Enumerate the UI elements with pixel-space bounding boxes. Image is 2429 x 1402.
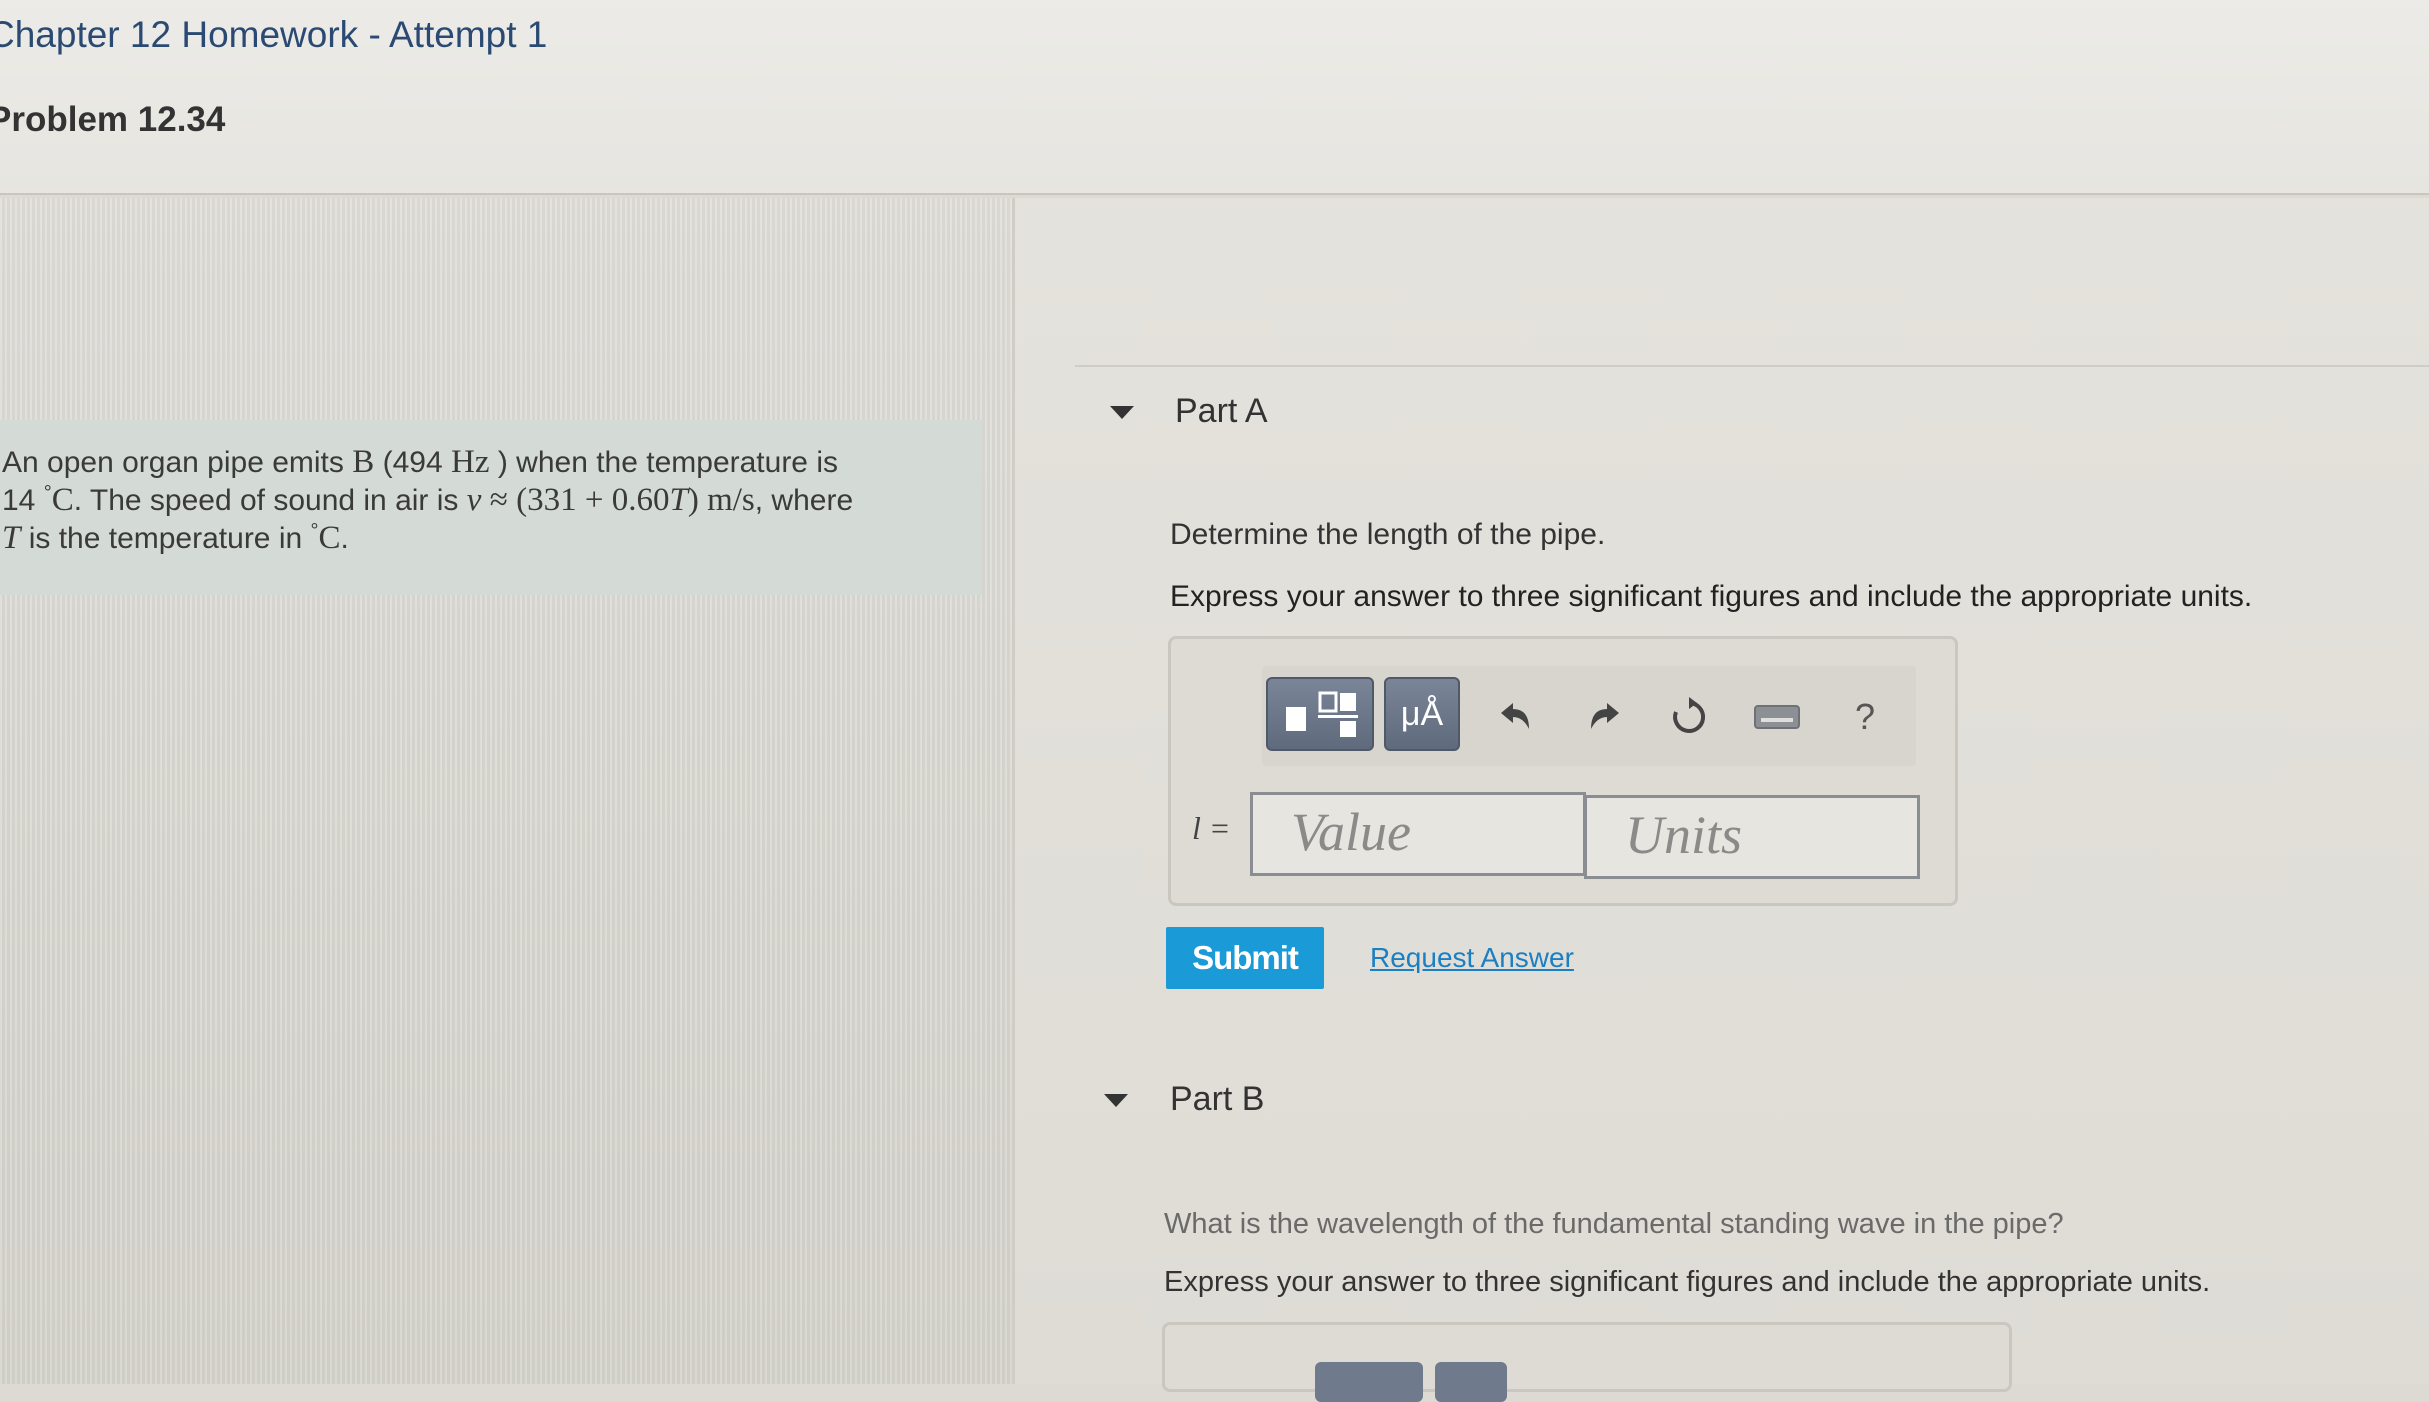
page-header: Chapter 12 Homework - Attempt 1 Problem …: [0, 0, 2429, 195]
templates-button[interactable]: [1266, 677, 1374, 751]
part-b-collapse-icon[interactable]: [1104, 1094, 1128, 1107]
request-answer-link[interactable]: Request Answer: [1370, 942, 1574, 974]
variable-label: l =: [1192, 810, 1231, 846]
part-a-instruction: Express your answer to three significant…: [1170, 580, 2253, 613]
part-b-answer-box: [1162, 1322, 2012, 1392]
problem-line-2: 14 °C. The speed of sound in air is v ≈ …: [2, 482, 854, 518]
part-a-collapse-icon[interactable]: [1110, 406, 1134, 419]
submit-button[interactable]: Submit: [1166, 927, 1324, 989]
part-b-instruction: Express your answer to three significant…: [1164, 1266, 2211, 1298]
value-input[interactable]: Value: [1250, 792, 1586, 876]
part-b-question: What is the wavelength of the fundamenta…: [1164, 1208, 2064, 1240]
header-divider: [0, 193, 2429, 195]
keyboard-icon[interactable]: [1752, 692, 1802, 742]
problem-pane: [0, 198, 1012, 1384]
part-b-title[interactable]: Part B: [1170, 1080, 1264, 1119]
units-input[interactable]: Units: [1584, 795, 1920, 879]
problem-title: Problem 12.34: [0, 100, 226, 139]
fraction-template-icon: [1282, 691, 1362, 739]
part-b-templates-button[interactable]: [1315, 1362, 1423, 1402]
reset-icon[interactable]: [1664, 692, 1714, 742]
redo-icon[interactable]: [1580, 692, 1630, 742]
part-a-question: Determine the length of the pipe.: [1170, 518, 1606, 551]
part-a-divider: [1075, 365, 2429, 367]
problem-line-1: An open organ pipe emits B (494 Hz ) whe…: [2, 444, 838, 480]
part-a-title[interactable]: Part A: [1175, 392, 1268, 431]
undo-icon[interactable]: [1490, 692, 1540, 742]
problem-line-3: T is the temperature in °C.: [2, 520, 349, 556]
assignment-title: Chapter 12 Homework - Attempt 1: [0, 14, 548, 55]
help-icon[interactable]: ?: [1840, 692, 1890, 742]
units-button[interactable]: μÅ: [1384, 677, 1460, 751]
part-b-units-button[interactable]: [1435, 1362, 1507, 1402]
problem-statement: An open organ pipe emits B (494 Hz ) whe…: [0, 420, 982, 595]
